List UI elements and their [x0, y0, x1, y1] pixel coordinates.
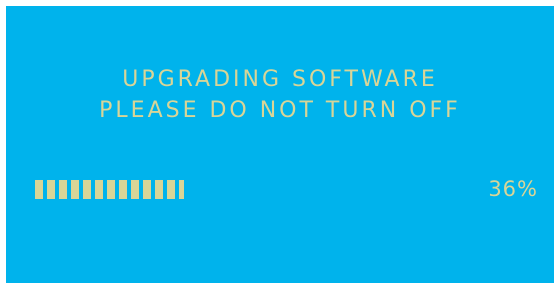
status-message-line-1: UPGRADING SOFTWARE	[122, 67, 438, 92]
progress-segment	[71, 180, 79, 199]
progress-segment	[35, 180, 43, 199]
progress-segment	[119, 180, 127, 199]
progress-segment	[59, 180, 67, 199]
progress-segment	[47, 180, 55, 199]
progress-segment	[95, 180, 103, 199]
progress-segment	[179, 180, 184, 199]
progress-segment	[107, 180, 115, 199]
progress-segment	[131, 180, 139, 199]
progress-bar	[35, 180, 184, 199]
status-message: UPGRADING SOFTWARE PLEASE DO NOT TURN OF…	[6, 64, 554, 126]
progress-percent: 36%	[488, 177, 538, 201]
status-message-line-2: PLEASE DO NOT TURN OFF	[99, 98, 461, 123]
progress-segment	[143, 180, 151, 199]
upgrade-screen: UPGRADING SOFTWARE PLEASE DO NOT TURN OF…	[6, 6, 554, 283]
progress-segment	[167, 180, 175, 199]
progress-segment	[83, 180, 91, 199]
progress-segment	[155, 180, 163, 199]
